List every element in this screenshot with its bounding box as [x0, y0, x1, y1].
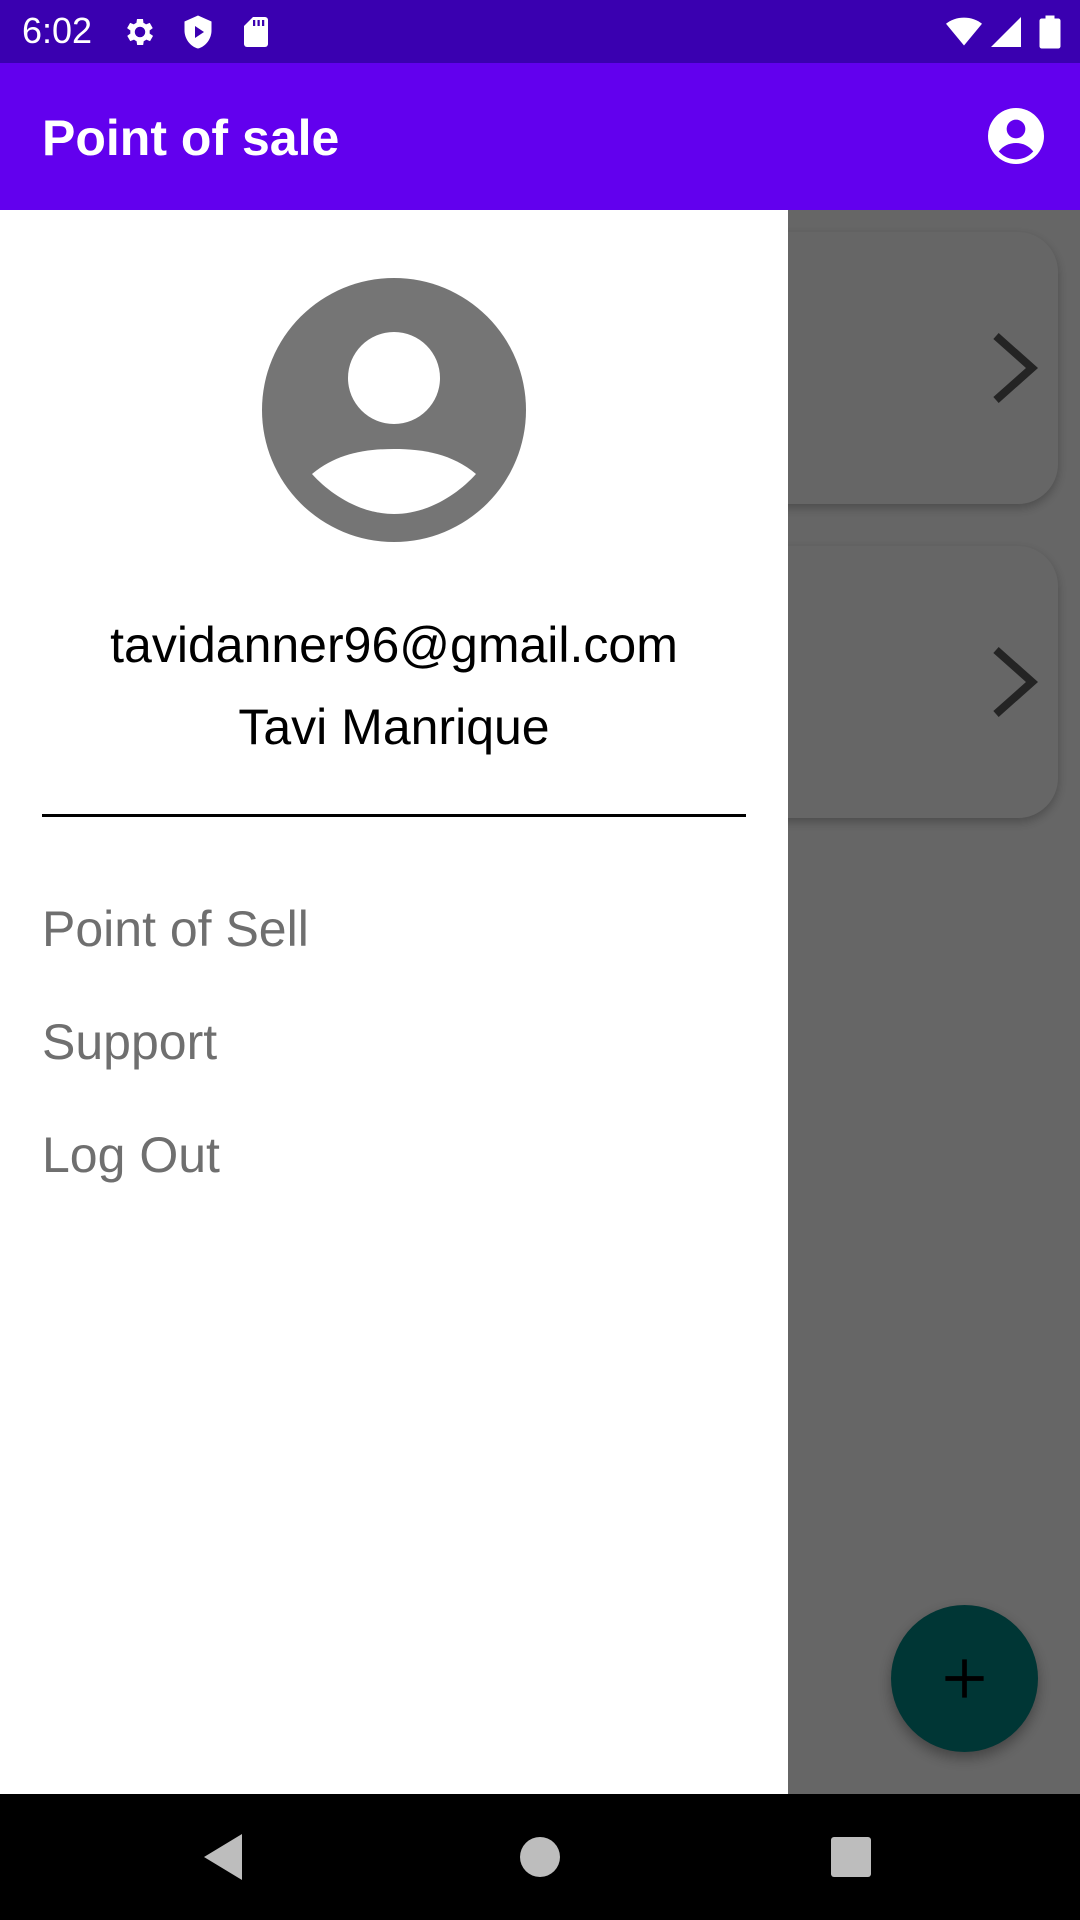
screen: 6:02 Point of sale tavidanner96@gmail.co…: [0, 0, 1080, 1920]
drawer-item-support[interactable]: Support: [0, 993, 788, 1106]
navigation-drawer: tavidanner96@gmail.com Tavi Manrique Poi…: [0, 210, 788, 1794]
battery-icon: [1039, 15, 1061, 49]
drawer-item-point-of-sell[interactable]: Point of Sell: [0, 880, 788, 993]
back-triangle-icon[interactable]: [192, 1824, 258, 1890]
drawer-item-log-out[interactable]: Log Out: [0, 1106, 788, 1219]
status-time: 6:02: [22, 10, 93, 51]
user-name: Tavi Manrique: [238, 699, 550, 755]
account-circle-icon: [262, 278, 526, 542]
gear-icon: [127, 18, 154, 46]
app-bar: Point of sale: [0, 63, 1080, 210]
system-nav-bar: [0, 1794, 1080, 1920]
sd-card-icon: [244, 17, 268, 47]
shield-play-icon: [184, 15, 212, 49]
account-circle-icon[interactable]: [988, 108, 1044, 164]
status-bar: 6:02: [0, 0, 1080, 63]
recents-square-icon[interactable]: [818, 1824, 884, 1890]
user-email: tavidanner96@gmail.com: [110, 617, 678, 673]
wifi-icon: [946, 17, 982, 46]
divider: [42, 814, 746, 817]
drawer-menu: Point of Sell Support Log Out: [0, 880, 788, 1219]
home-circle-icon[interactable]: [507, 1824, 573, 1890]
cell-signal-icon: [991, 17, 1021, 47]
app-title: Point of sale: [42, 110, 340, 166]
